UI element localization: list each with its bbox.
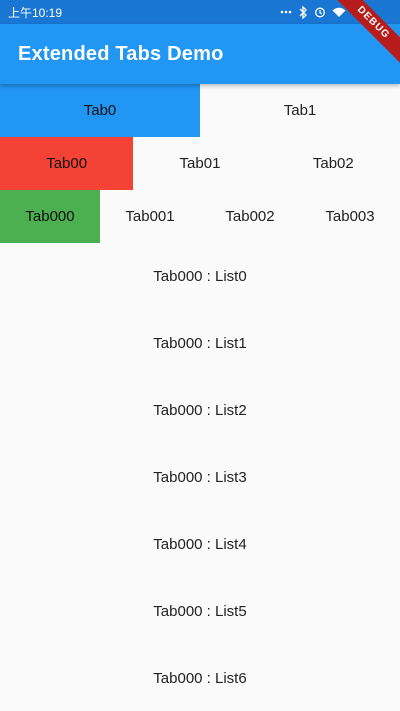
list-item-label: Tab000 : List6 bbox=[153, 670, 247, 687]
app-bar: Extended Tabs Demo bbox=[0, 24, 400, 84]
status-right bbox=[280, 5, 346, 19]
tab-tab001[interactable]: Tab001 bbox=[100, 190, 200, 243]
tab-label: Tab00 bbox=[46, 155, 88, 172]
tab-bar-level3: Tab000 Tab001 Tab002 Tab003 bbox=[0, 190, 400, 243]
tab-label: Tab003 bbox=[325, 208, 375, 225]
app-title: Extended Tabs Demo bbox=[18, 42, 224, 65]
tab-tab000[interactable]: Tab000 bbox=[0, 190, 100, 243]
dots-icon bbox=[280, 6, 292, 18]
list-item[interactable]: Tab000 : List0 bbox=[0, 243, 400, 310]
list-item[interactable]: Tab000 : List2 bbox=[0, 377, 400, 444]
status-time: 上午10:19 bbox=[8, 5, 63, 20]
tab-bar-level1: Tab0 Tab1 bbox=[0, 84, 400, 137]
wifi-icon bbox=[332, 7, 346, 18]
tab-label: Tab01 bbox=[179, 155, 221, 172]
tab-label: Tab1 bbox=[283, 102, 317, 119]
list-item[interactable]: Tab000 : List4 bbox=[0, 511, 400, 578]
list-item-label: Tab000 : List4 bbox=[153, 536, 247, 553]
tab-tab00[interactable]: Tab00 bbox=[0, 137, 134, 190]
tab-tab003[interactable]: Tab003 bbox=[300, 190, 400, 243]
bluetooth-icon bbox=[298, 5, 308, 19]
list-item[interactable]: Tab000 : List1 bbox=[0, 310, 400, 377]
status-left: 上午10:19 bbox=[8, 4, 62, 21]
tab-tab02[interactable]: Tab02 bbox=[267, 137, 400, 190]
list-item-label: Tab000 : List0 bbox=[153, 268, 247, 285]
list-item-label: Tab000 : List1 bbox=[153, 335, 247, 352]
tab-tab1[interactable]: Tab1 bbox=[200, 84, 400, 137]
tab-bar-level2: Tab00 Tab01 Tab02 bbox=[0, 137, 400, 190]
list-item-label: Tab000 : List3 bbox=[153, 469, 247, 486]
list-item[interactable]: Tab000 : List5 bbox=[0, 578, 400, 645]
tab-label: Tab02 bbox=[312, 155, 354, 172]
tab-label: Tab000 bbox=[25, 208, 75, 225]
app-screen: 上午10:19 DEBUG Extended Tabs Demo Tab0 Ta… bbox=[0, 0, 400, 711]
list-item[interactable]: Tab000 : List3 bbox=[0, 444, 400, 511]
tab-label: Tab001 bbox=[125, 208, 175, 225]
list-item-label: Tab000 : List2 bbox=[153, 402, 247, 419]
tab-label: Tab002 bbox=[225, 208, 275, 225]
list-item[interactable]: Tab000 : List6 bbox=[0, 645, 400, 711]
status-bar: 上午10:19 bbox=[0, 0, 400, 24]
content-list: Tab000 : List0 Tab000 : List1 Tab000 : L… bbox=[0, 243, 400, 711]
list-item-label: Tab000 : List5 bbox=[153, 603, 247, 620]
alarm-icon bbox=[314, 6, 326, 18]
tab-tab01[interactable]: Tab01 bbox=[133, 137, 266, 190]
tab-tab002[interactable]: Tab002 bbox=[200, 190, 300, 243]
tab-tab0[interactable]: Tab0 bbox=[0, 84, 200, 137]
tab-label: Tab0 bbox=[83, 102, 117, 119]
